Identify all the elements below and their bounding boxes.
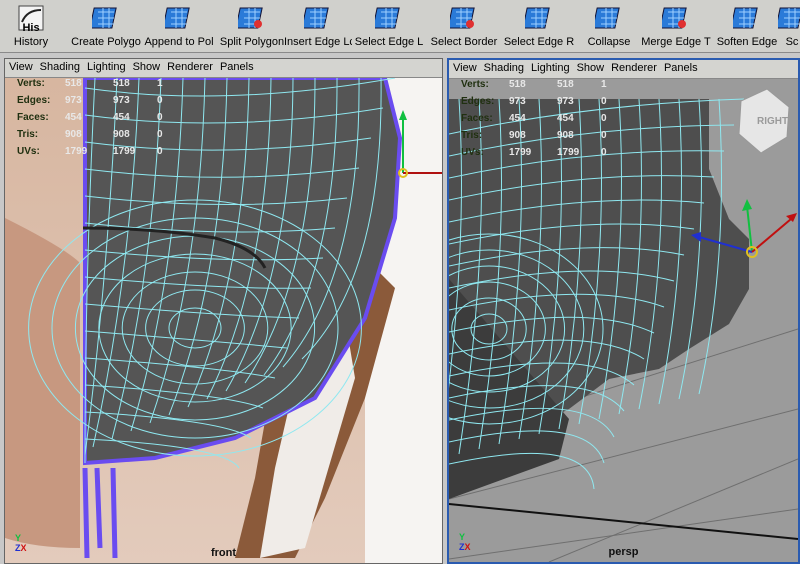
hud-label: UVs: — [461, 147, 484, 158]
persp-menu-shading[interactable]: Shading — [480, 60, 527, 74]
persp-menu-lighting[interactable]: Lighting — [527, 60, 573, 74]
hud-value: 454 — [65, 112, 82, 123]
persp-menubar: View Shading Lighting Show Renderer Panels — [449, 60, 798, 79]
hud-value: 0 — [601, 96, 607, 107]
shelf-tool-split-polygon[interactable]: Split Polygon — [218, 2, 286, 50]
front-menu-view[interactable]: View — [5, 59, 36, 73]
hud-value: 908 — [509, 130, 526, 141]
persp-camera-label: persp — [608, 546, 639, 558]
shelf-tool-label: Select Edge L — [354, 36, 424, 48]
hud-value: 1799 — [65, 146, 88, 157]
hud-value: 518 — [113, 78, 130, 89]
front-menubar: View Shading Lighting Show Renderer Panels — [5, 59, 442, 78]
hud-value: 0 — [601, 113, 607, 124]
persp-menu-show[interactable]: Show — [573, 60, 608, 74]
hud-value: 518 — [557, 79, 574, 90]
hud-value: 1799 — [113, 146, 136, 157]
shelf-tool-label: Split Polygon — [219, 36, 285, 48]
hud-value: 973 — [113, 95, 130, 106]
persp-menu-renderer[interactable]: Renderer — [607, 60, 660, 74]
front-menu-lighting[interactable]: Lighting — [83, 59, 129, 73]
front-menu-panels[interactable]: Panels — [216, 59, 257, 73]
hud-value: 1 — [157, 78, 163, 89]
hud-value: 0 — [601, 147, 607, 158]
shelf-tool-label: Sc — [785, 36, 799, 48]
shelf-tool-sculpt[interactable]: Sc — [778, 2, 800, 50]
hud-label: Faces: — [17, 112, 49, 123]
select-edge-ring-icon — [525, 7, 550, 29]
hud-value: 0 — [157, 112, 163, 123]
shelf-tool-soften-edge[interactable]: Soften Edge — [712, 2, 782, 50]
shelf-tool-label: Collapse — [587, 36, 631, 48]
shelf-tool-select-edge-ring[interactable]: Select Edge R — [500, 2, 578, 50]
split-polygon-icon — [238, 7, 263, 29]
shelf: History His Create Polygo Append to Pol Spli… — [0, 0, 800, 53]
shelf-tool-label: History — [13, 36, 49, 48]
front-menu-renderer[interactable]: Renderer — [163, 59, 216, 73]
hud-label: Verts: — [461, 79, 489, 90]
shelf-tool-label: Soften Edge — [716, 36, 778, 48]
shelf-tool-select-border[interactable]: Select Border — [428, 2, 500, 50]
persp-menu-panels[interactable]: Panels — [660, 60, 701, 74]
hud-label: Edges: — [17, 95, 51, 106]
reference-lips — [5, 218, 80, 548]
shelf-tool-label: Append to Pol — [144, 36, 214, 48]
front-viewport[interactable]: View Shading Lighting Show Renderer Panels — [4, 58, 443, 564]
shelf-tool-label: Insert Edge Lc — [284, 36, 352, 48]
hud-value: 454 — [509, 113, 526, 124]
hud-value: 1799 — [509, 147, 532, 158]
shelf-tool-label: Merge Edge T — [641, 36, 711, 48]
shelf-tool-collapse[interactable]: Collapse — [578, 2, 640, 50]
hud-value: 908 — [65, 129, 82, 140]
front-menu-show[interactable]: Show — [129, 59, 164, 73]
hud-value: 973 — [557, 96, 574, 107]
hud-value: 1799 — [557, 147, 580, 158]
sculpt-icon — [778, 7, 800, 29]
create-polygon-icon — [92, 7, 117, 29]
persp-scene[interactable]: RIGHT Verts: 518 518 1 Edges: 973 973 0 Faces: 45… — [449, 79, 798, 562]
hud-label: UVs: — [17, 146, 40, 157]
insert-edge-loop-icon — [304, 7, 329, 29]
history-icon-label: His — [22, 22, 40, 34]
hud-value: 518 — [509, 79, 526, 90]
shelf-tool-label: Select Border — [430, 36, 498, 48]
hud-label: Faces: — [461, 113, 493, 124]
merge-edge-icon — [662, 7, 687, 29]
front-scene[interactable]: Verts: 518 518 1 Edges: 973 973 0 Faces: 454 454 0 T… — [5, 76, 442, 563]
select-border-icon — [450, 7, 475, 29]
append-polygon-icon — [165, 7, 190, 29]
hud-value: 0 — [601, 130, 607, 141]
hud-value: 518 — [65, 78, 82, 89]
shelf-tool-history[interactable]: History His — [0, 2, 62, 50]
soften-edge-icon — [733, 7, 758, 29]
persp-viewport[interactable]: View Shading Lighting Show Renderer Panels RI… — [447, 58, 800, 564]
shelf-tool-label: Select Edge R — [503, 36, 575, 48]
hud-label: Edges: — [461, 96, 495, 107]
persp-menu-view[interactable]: View — [449, 60, 480, 74]
hud-value: 908 — [113, 129, 130, 140]
hud-value: 0 — [157, 129, 163, 140]
front-camera-label: front — [210, 547, 237, 559]
hud-value: 973 — [65, 95, 82, 106]
hud-label: Verts: — [17, 78, 45, 89]
shelf-tool-create-polygon[interactable]: Create Polygo — [68, 2, 144, 50]
hud-value: 454 — [113, 112, 130, 123]
shelf-tool-merge-edge[interactable]: Merge Edge T — [640, 2, 712, 50]
shelf-tool-append-polygon[interactable]: Append to Pol — [142, 2, 216, 50]
hud-label: Tris: — [17, 129, 39, 140]
hud-value: 908 — [557, 130, 574, 141]
hud-value: 0 — [157, 95, 163, 106]
hud-value: 1 — [601, 79, 607, 90]
hud-value: 973 — [509, 96, 526, 107]
shelf-tool-select-edge-loop[interactable]: Select Edge L — [350, 2, 428, 50]
shelf-tool-label: Create Polygo — [71, 36, 141, 48]
front-menu-shading[interactable]: Shading — [36, 59, 83, 73]
collapse-icon — [595, 7, 620, 29]
select-edge-loop-icon — [375, 7, 400, 29]
view-cube-label: RIGHT — [757, 116, 788, 127]
shelf-tool-insert-edge-loop[interactable]: Insert Edge Lc — [284, 2, 352, 50]
hud-value: 454 — [557, 113, 574, 124]
hud-value: 0 — [157, 146, 163, 157]
hud-label: Tris: — [461, 130, 483, 141]
